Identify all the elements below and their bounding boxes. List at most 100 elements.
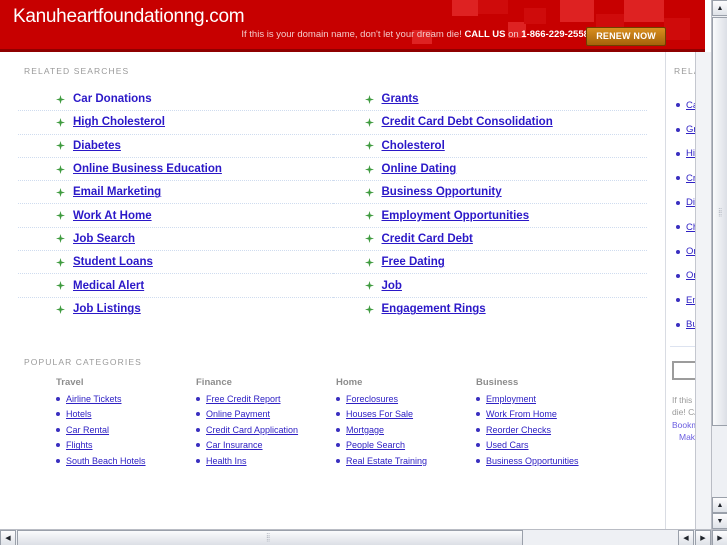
popular-category-item[interactable]: Employment [476, 394, 616, 404]
popular-category-link[interactable]: Car Insurance [206, 440, 263, 450]
popular-category-link[interactable]: South Beach Hotels [66, 456, 146, 466]
popular-category-link[interactable]: Airline Tickets [66, 394, 122, 404]
scroll-left-arrow-secondary[interactable]: ◀ [678, 530, 694, 545]
popular-category-link[interactable]: Free Credit Report [206, 394, 281, 404]
related-search-link[interactable]: Job Search [73, 233, 135, 245]
popular-category-link[interactable]: People Search [346, 440, 405, 450]
popular-category-item[interactable]: Health Ins [196, 456, 336, 466]
related-search-link[interactable]: Medical Alert [73, 280, 144, 292]
related-search-item[interactable]: Medical Alert [18, 274, 333, 298]
vertical-scroll-thumb[interactable]: ⠿ ⠿ [712, 17, 727, 426]
related-search-item[interactable]: Credit Card Debt Consolidation [332, 111, 647, 135]
related-search-item[interactable]: Cholesterol [332, 135, 647, 158]
related-search-link[interactable]: Credit Card Debt [382, 233, 473, 245]
related-search-item[interactable]: Employment Opportunities [332, 204, 647, 228]
scroll-up-arrow-secondary[interactable]: ▲ [712, 497, 727, 513]
related-search-item[interactable]: Diabetes [18, 135, 333, 158]
related-search-link[interactable]: Car Donations [73, 93, 152, 105]
related-search-item[interactable]: Job [332, 274, 647, 298]
popular-category-link[interactable]: Employment [486, 394, 536, 404]
scroll-left-arrow[interactable]: ◀ [0, 530, 16, 545]
popular-category-link[interactable]: Reorder Checks [486, 425, 551, 435]
bullet-dot-icon [476, 458, 480, 463]
scroll-down-arrow[interactable]: ▼ [712, 513, 727, 529]
related-search-link[interactable]: Engagement Rings [382, 303, 486, 315]
scroll-right-arrow[interactable]: ▶ [695, 530, 711, 545]
popular-category-item[interactable]: Credit Card Application [196, 425, 336, 435]
scroll-right-arrow-corner[interactable]: ▶ [712, 530, 727, 545]
related-search-link[interactable]: Grants [382, 93, 419, 105]
inner-page-scrollbar[interactable] [695, 52, 711, 529]
related-search-item[interactable]: Online Business Education [18, 158, 333, 182]
related-search-item[interactable]: Work At Home [18, 204, 333, 228]
popular-category-item[interactable]: Foreclosures [336, 394, 476, 404]
vertical-scrollbar[interactable]: ▲ ⠿ ⠿ ▲ ▼ [711, 0, 727, 529]
renew-now-button[interactable]: RENEW NOW [586, 27, 666, 46]
related-search-item[interactable]: Free Dating [332, 251, 647, 275]
popular-category-link[interactable]: Health Ins [206, 456, 247, 466]
star-bullet-icon [56, 164, 65, 174]
related-search-link[interactable]: Online Business Education [73, 163, 222, 175]
popular-category-item[interactable]: Car Insurance [196, 440, 336, 450]
popular-category-link[interactable]: Used Cars [486, 440, 529, 450]
popular-category-link[interactable]: Business Opportunities [486, 456, 579, 466]
popular-category-item[interactable]: Airline Tickets [56, 394, 196, 404]
related-search-item[interactable]: Grants [332, 88, 647, 112]
related-search-link[interactable]: High Cholesterol [73, 116, 165, 128]
bullet-dot-icon [676, 273, 680, 278]
popular-category-link[interactable]: Credit Card Application [206, 425, 298, 435]
popular-category-item[interactable]: People Search [336, 440, 476, 450]
related-search-link[interactable]: Business Opportunity [382, 186, 502, 198]
popular-category-item[interactable]: Reorder Checks [476, 425, 616, 435]
popular-category-link[interactable]: Flights [66, 440, 93, 450]
popular-category-item[interactable]: Car Rental [56, 425, 196, 435]
popular-category-item[interactable]: Work From Home [476, 409, 616, 419]
related-search-item[interactable]: Email Marketing [18, 181, 333, 205]
popular-category-item[interactable]: Used Cars [476, 440, 616, 450]
popular-category-item[interactable]: Hotels [56, 409, 196, 419]
popular-category-item[interactable]: South Beach Hotels [56, 456, 196, 466]
bullet-dot-icon [676, 225, 680, 230]
related-search-item[interactable]: Online Dating [332, 158, 647, 182]
popular-category-link[interactable]: Real Estate Training [346, 456, 427, 466]
popular-category-link[interactable]: Houses For Sale [346, 409, 413, 419]
popular-category-item[interactable]: Mortgage [336, 425, 476, 435]
related-search-link[interactable]: Free Dating [382, 256, 445, 268]
related-search-link[interactable]: Cholesterol [382, 140, 445, 152]
related-search-item[interactable]: Student Loans [18, 251, 333, 275]
related-search-link[interactable]: Employment Opportunities [382, 210, 530, 222]
related-search-link[interactable]: Diabetes [73, 140, 121, 152]
popular-category-item[interactable]: Flights [56, 440, 196, 450]
related-search-link[interactable]: Email Marketing [73, 186, 161, 198]
related-search-item[interactable]: Credit Card Debt [332, 228, 647, 252]
popular-category-link[interactable]: Hotels [66, 409, 92, 419]
popular-category-item[interactable]: Free Credit Report [196, 394, 336, 404]
popular-category-item[interactable]: Real Estate Training [336, 456, 476, 466]
star-bullet-icon [364, 117, 374, 127]
popular-category-link[interactable]: Foreclosures [346, 394, 398, 404]
bullet-dot-icon [56, 396, 60, 401]
popular-category-link[interactable]: Online Payment [206, 409, 270, 419]
popular-category-item[interactable]: Online Payment [196, 409, 336, 419]
related-search-link[interactable]: Job Listings [73, 303, 141, 315]
related-search-link[interactable]: Student Loans [73, 256, 153, 268]
related-search-item[interactable]: Engagement Rings [333, 298, 648, 321]
related-search-link[interactable]: Credit Card Debt Consolidation [382, 116, 553, 128]
horizontal-scroll-thumb[interactable]: ⠿ ⠿ [17, 530, 523, 545]
related-search-link[interactable]: Online Dating [382, 163, 457, 175]
related-search-item[interactable]: Job Listings [18, 298, 333, 321]
related-search-item[interactable]: High Cholesterol [18, 111, 333, 135]
popular-category-link[interactable]: Work From Home [486, 409, 557, 419]
popular-category-link[interactable]: Mortgage [346, 425, 384, 435]
related-search-link[interactable]: Work At Home [73, 210, 152, 222]
popular-category-item[interactable]: Business Opportunities [476, 456, 616, 466]
related-search-item[interactable]: Job Search [18, 228, 333, 252]
related-search-item[interactable]: Business Opportunity [332, 181, 647, 205]
related-search-item[interactable]: Car Donations [18, 88, 333, 112]
popular-category-link[interactable]: Car Rental [66, 425, 109, 435]
scroll-up-arrow[interactable]: ▲ [712, 0, 727, 16]
horizontal-scrollbar[interactable]: ◀ ⠿ ⠿ ◀ ▶ [0, 529, 711, 545]
popular-category-item[interactable]: Houses For Sale [336, 409, 476, 419]
related-search-link[interactable]: Job [382, 280, 402, 292]
star-bullet-icon [364, 164, 374, 174]
